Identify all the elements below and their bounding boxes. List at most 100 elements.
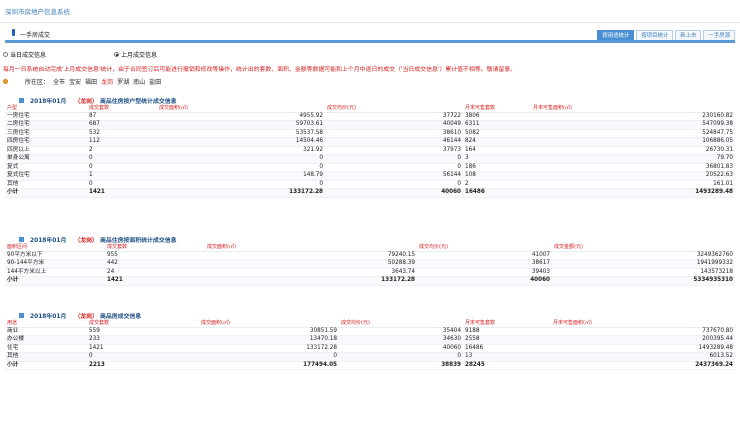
table1-cell: 164 <box>463 146 531 156</box>
table1-cell: 其他 <box>5 180 87 190</box>
table1-cell: 单身公寓 <box>5 154 87 164</box>
table2-cell: 41007 <box>417 251 552 261</box>
table3-header-0: 用途 <box>5 320 87 328</box>
notice-text: 每月一日系统自动完成'上月成交信息'统计，由于合同签订后可能进行撤销和修改等操作… <box>3 67 517 73</box>
table2-cell: 5334935310 <box>552 276 735 286</box>
table3-cell: 2437369.24 <box>551 361 735 371</box>
table1-period: 2018年01月 <box>30 99 67 105</box>
table-row: 商业 559 30851.59 35404 9188 737670.80 <box>5 327 735 337</box>
table1-cell: 四房住宅 <box>5 137 87 147</box>
table3-cell: 小计 <box>5 361 87 371</box>
district-link-luohu[interactable]: 罗湖 <box>117 77 129 86</box>
district-link-citywide[interactable]: 全市 <box>53 77 65 86</box>
table3-cell: 133172.28 <box>199 344 339 354</box>
table1-cell: 1 <box>87 171 157 181</box>
section-underline <box>5 40 735 43</box>
table3: 用途 成交套数 成交面积(㎡) 成交均价(元) 月末可售套数 月末可售面积(㎡) 商业 55… <box>5 320 735 371</box>
table3-header-4: 月末可售套数 <box>463 320 551 328</box>
table3-cell: 住宅 <box>5 344 87 354</box>
table3-title: 商品房成交信息 <box>99 314 142 320</box>
table1-header-0: 户型 <box>5 105 87 113</box>
table1-cell: 1421 <box>87 188 157 198</box>
table-row: 四房以上 2 321.92 37973 164 26730.31 <box>5 146 735 156</box>
table3-cell: 13470.18 <box>199 335 339 345</box>
table2-cell: 90-144平方米 <box>5 259 105 269</box>
table2-cell: 3249362760 <box>552 251 735 261</box>
table1-cell: 0 <box>325 163 463 173</box>
table3-cell: 0 <box>87 352 199 362</box>
district-link-longgang[interactable]: 龙岗 <box>101 77 113 86</box>
table3-cell: 34630 <box>339 335 463 345</box>
table3-cell: 28245 <box>463 361 551 371</box>
table3-cell: 其他 <box>5 352 87 362</box>
table1-cell: 36801.83 <box>531 163 735 173</box>
section-marker-icon <box>12 29 15 36</box>
table3-cell: 559 <box>87 327 199 337</box>
table2-cell: 133172.28 <box>205 276 417 286</box>
table1-cell: 3806 <box>463 112 531 122</box>
table3-cell: 2558 <box>463 335 551 345</box>
district-link-nanshan[interactable]: 南山 <box>133 77 145 86</box>
table3-cell: 30851.59 <box>199 327 339 337</box>
table3-cell: 16486 <box>463 344 551 354</box>
table3-cell: 9188 <box>463 327 551 337</box>
table2-cell: 39403 <box>417 268 552 278</box>
table2: 面积区间 成交套数 成交面积(㎡) 成交均价(元) 成交金额(元) 90平方米以下 955… <box>5 244 735 286</box>
table1-cell: 230160.82 <box>531 112 735 122</box>
table-row: 复式住宅 1 148.79 56144 108 20522.63 <box>5 171 735 181</box>
table2-header-3: 成交均价(元) <box>417 244 552 252</box>
table2-cell: 24 <box>105 268 205 278</box>
table3-cell: 1493289.48 <box>551 344 735 354</box>
table2-cell: 3643.74 <box>205 268 417 278</box>
table-row: 小计 1421 133172.28 40060 5334935310 <box>5 276 735 286</box>
heading-square-icon <box>19 98 24 103</box>
table-row: 单身公寓 0 0 0 3 79.70 <box>5 154 735 164</box>
table1-cell: 0 <box>157 154 325 164</box>
table1-cell: 59703.61 <box>157 120 325 130</box>
table-row: 复式 0 0 0 186 36801.83 <box>5 163 735 173</box>
radio-today[interactable]: 当日成交信息 <box>3 50 46 59</box>
table3-cell: 6013.52 <box>551 352 735 362</box>
table1-cell: 112 <box>87 137 157 147</box>
table1-cell: 6311 <box>463 120 531 130</box>
table2-header-0: 面积区间 <box>5 244 105 252</box>
table2-cell: 955 <box>105 251 205 261</box>
district-link-yantian[interactable]: 盐田 <box>149 77 161 86</box>
top-divider <box>0 22 740 23</box>
table1-header-2: 成交面积(㎡) <box>157 105 325 113</box>
table1-header-5: 月末可售面积(㎡) <box>531 105 735 113</box>
district-link-baoan[interactable]: 宝安 <box>69 77 81 86</box>
table3-period: 2018年01月 <box>30 314 67 320</box>
table1-cell: 56144 <box>325 171 463 181</box>
table3-cell: 233 <box>87 335 199 345</box>
location-dot-icon <box>3 79 8 84</box>
table-row: 三房住宅 532 53537.58 38610 5082 524847.75 <box>5 129 735 139</box>
district-link-futian[interactable]: 福田 <box>85 77 97 86</box>
table1-cell: 16486 <box>463 188 531 198</box>
heading-square-icon <box>19 237 24 242</box>
table1-cell: 0 <box>87 180 157 190</box>
period-radio-group: 当日成交信息 上月成交信息 <box>3 50 157 59</box>
table1-cell: 复式 <box>5 163 87 173</box>
table2-cell: 90平方米以下 <box>5 251 105 261</box>
table3-header-3: 成交均价(元) <box>339 320 463 328</box>
table1-cell: 三房住宅 <box>5 129 87 139</box>
radio-checked-icon <box>114 52 120 57</box>
table1-cell: 53537.58 <box>157 129 325 139</box>
site-title[interactable]: 深圳市房地产信息系统 <box>5 6 70 16</box>
table2-period: 2018年01月 <box>30 238 67 244</box>
table-by-area: 2018年01月 （龙岗） 商品住房按面积统计成交信息 面积区间 成交套数 成交面积… <box>5 235 735 286</box>
radio-last-month[interactable]: 上月成交信息 <box>114 50 157 59</box>
table3-cell: 0 <box>199 352 339 362</box>
table1-cell: 0 <box>87 163 157 173</box>
table2-header-1: 成交套数 <box>105 244 205 252</box>
table1-cell: 532 <box>87 129 157 139</box>
table1-cell: 87 <box>87 112 157 122</box>
table1-cell: 复式住宅 <box>5 171 87 181</box>
table1-cell: 321.92 <box>157 146 325 156</box>
district-label: 所在区： <box>25 79 50 86</box>
table2-cell: 79240.15 <box>205 251 417 261</box>
table-row: 小计 1421 133172.28 40060 16486 1493289.48 <box>5 188 735 198</box>
table1-cell: 38610 <box>325 129 463 139</box>
table-row: 其他 0 0 0 2 161.01 <box>5 180 735 190</box>
